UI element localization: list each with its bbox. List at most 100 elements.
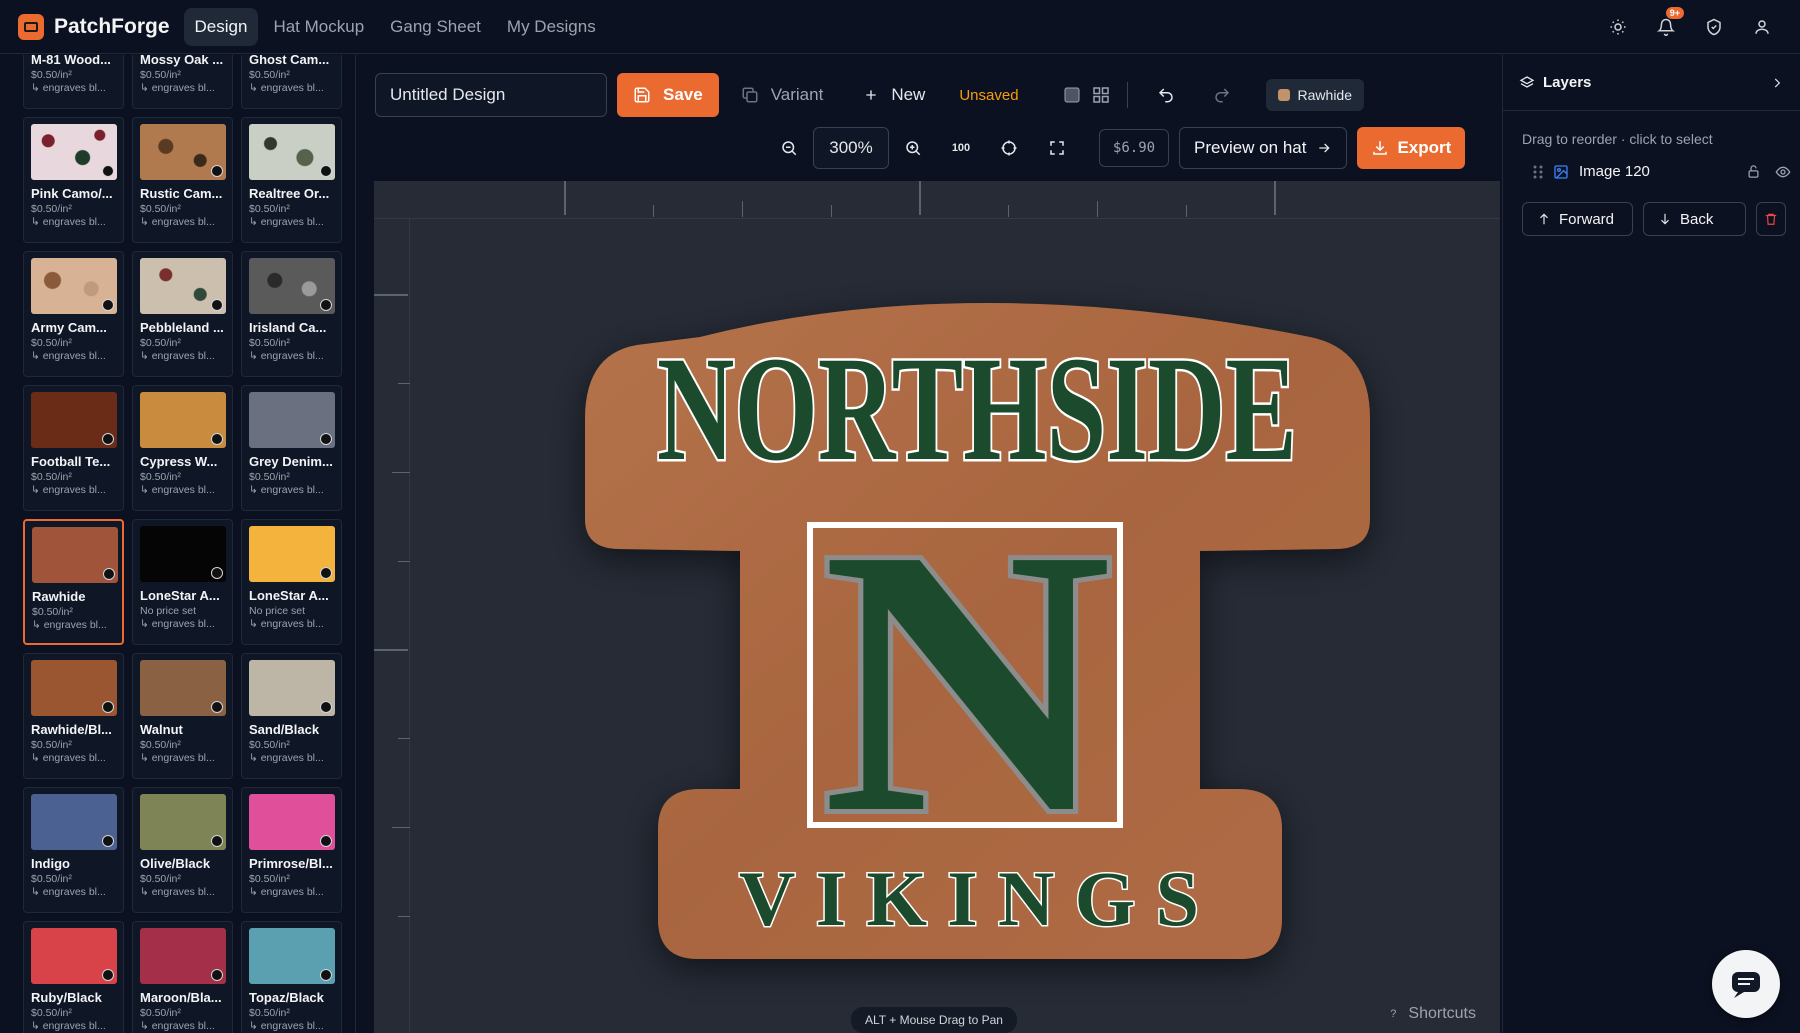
theme-toggle-button[interactable]: [1594, 3, 1642, 51]
zoom-level[interactable]: 300%: [813, 127, 889, 169]
material-card[interactable]: Ruby/Black $0.50/in² ↳ engraves bl...: [23, 921, 124, 1033]
layer-item[interactable]: Image 120: [1533, 163, 1791, 180]
material-card[interactable]: Football Te... $0.50/in² ↳ engraves bl...: [23, 385, 124, 511]
nav-hat-mockup[interactable]: Hat Mockup: [262, 8, 375, 46]
nav-gang-sheet[interactable]: Gang Sheet: [379, 8, 492, 46]
account-button[interactable]: [1738, 3, 1786, 51]
layers-header[interactable]: Layers: [1503, 55, 1800, 111]
material-card[interactable]: Pink Camo/... $0.50/in² ↳ engraves bl...: [23, 117, 124, 243]
zoom-in-button[interactable]: [889, 127, 937, 169]
material-swatch: [31, 258, 117, 314]
material-card[interactable]: Grey Denim... $0.50/in² ↳ engraves bl...: [241, 385, 342, 511]
material-price: $0.50/in²: [140, 1007, 181, 1019]
nav-design[interactable]: Design: [183, 7, 259, 46]
material-card[interactable]: Rustic Cam... $0.50/in² ↳ engraves bl...: [132, 117, 233, 243]
redo-icon: [1214, 88, 1229, 103]
save-button[interactable]: Save: [617, 73, 719, 117]
material-card[interactable]: Mossy Oak ... $0.50/in² ↳ engraves bl...: [132, 55, 233, 109]
engrave-color-icon: [320, 299, 332, 311]
zoom-100-button[interactable]: 100: [937, 127, 985, 169]
chevron-right-icon[interactable]: [1770, 76, 1784, 90]
design-name-input[interactable]: Untitled Design: [375, 73, 607, 117]
material-chip[interactable]: Rawhide: [1265, 79, 1365, 111]
trash-icon: [1765, 213, 1777, 225]
chat-icon: [1732, 972, 1760, 998]
material-card[interactable]: Topaz/Black $0.50/in² ↳ engraves bl...: [241, 921, 342, 1033]
material-price: $0.50/in²: [249, 873, 290, 885]
notifications-button[interactable]: 9+: [1642, 3, 1690, 51]
chat-widget-button[interactable]: [1712, 950, 1780, 1018]
material-price: $0.50/in²: [31, 471, 72, 483]
material-engraves: ↳ engraves bl...: [249, 82, 324, 94]
variant-button[interactable]: Variant: [741, 85, 823, 105]
material-card[interactable]: Cypress W... $0.50/in² ↳ engraves bl...: [132, 385, 233, 511]
logo-icon: [18, 13, 44, 40]
delete-layer-button[interactable]: [1756, 202, 1786, 236]
material-card[interactable]: Maroon/Bla... $0.50/in² ↳ engraves bl...: [132, 921, 233, 1033]
material-engraves: ↳ engraves bl...: [140, 350, 215, 362]
material-engraves: ↳ engraves bl...: [249, 1020, 324, 1032]
material-card[interactable]: Indigo $0.50/in² ↳ engraves bl...: [23, 787, 124, 913]
new-button[interactable]: New: [863, 85, 925, 105]
center-button[interactable]: [985, 127, 1033, 169]
preview-on-hat-button[interactable]: Preview on hat: [1179, 127, 1348, 169]
engrave-color-icon: [102, 969, 114, 981]
drag-handle-icon[interactable]: [1533, 164, 1543, 180]
material-name: Sand/Black: [249, 722, 320, 737]
ruler-tick: [398, 916, 410, 917]
fit-screen-button[interactable]: [1033, 127, 1081, 169]
shortcuts-button[interactable]: ? Shortcuts: [1390, 1005, 1476, 1023]
engrave-color-icon: [320, 969, 332, 981]
redo-button[interactable]: [1198, 74, 1246, 116]
nav-my-designs[interactable]: My Designs: [496, 8, 607, 46]
material-card[interactable]: Rawhide $0.50/in² ↳ engraves bl...: [23, 519, 124, 645]
admin-button[interactable]: [1690, 3, 1738, 51]
design-canvas[interactable]: NORTHSIDE N VIKINGS ALT + Mouse Drag to …: [374, 181, 1500, 1033]
material-price: No price set: [140, 605, 197, 617]
zoom-out-button[interactable]: [765, 127, 813, 169]
material-name: Football Te...: [31, 454, 111, 469]
material-card[interactable]: Rawhide/Bl... $0.50/in² ↳ engraves bl...: [23, 653, 124, 779]
material-card[interactable]: M-81 Wood... $0.50/in² ↳ engraves bl...: [23, 55, 124, 109]
material-card[interactable]: Pebbleland ... $0.50/in² ↳ engraves bl...: [132, 251, 233, 377]
material-price: $0.50/in²: [140, 69, 181, 81]
square-icon: [1064, 87, 1080, 103]
notification-badge: 9+: [1665, 7, 1684, 19]
material-name: Walnut: [140, 722, 183, 737]
material-card[interactable]: Ghost Cam... $0.50/in² ↳ engraves bl...: [241, 55, 342, 109]
material-card[interactable]: Army Cam... $0.50/in² ↳ engraves bl...: [23, 251, 124, 377]
material-card[interactable]: Olive/Black $0.50/in² ↳ engraves bl...: [132, 787, 233, 913]
layers-title: Layers: [1543, 74, 1592, 91]
grid-view-button[interactable]: [1089, 74, 1113, 116]
single-view-button[interactable]: [1055, 74, 1089, 116]
material-card[interactable]: Realtree Or... $0.50/in² ↳ engraves bl...: [241, 117, 342, 243]
patch-design[interactable]: NORTHSIDE N VIKINGS: [410, 219, 1500, 1033]
material-price: $0.50/in²: [249, 69, 290, 81]
material-engraves: ↳ engraves bl...: [140, 886, 215, 898]
material-name: Rawhide: [32, 589, 86, 604]
eye-icon[interactable]: [1775, 164, 1791, 180]
send-back-button[interactable]: Back: [1643, 202, 1746, 236]
undo-button[interactable]: [1142, 74, 1190, 116]
material-engraves: ↳ engraves bl...: [32, 619, 107, 631]
material-name: Army Cam...: [31, 320, 107, 335]
export-button[interactable]: Export: [1357, 127, 1466, 169]
material-card[interactable]: LoneStar A... No price set ↳ engraves bl..…: [241, 519, 342, 645]
material-price: $0.50/in²: [249, 203, 290, 215]
engrave-color-icon: [102, 299, 114, 311]
material-engraves: ↳ engraves bl...: [249, 216, 324, 228]
lock-icon[interactable]: [1746, 164, 1761, 179]
material-swatch: [249, 392, 335, 448]
left-ruler: [374, 219, 410, 1033]
zoom-in-icon: [906, 141, 921, 156]
material-card[interactable]: Sand/Black $0.50/in² ↳ engraves bl...: [241, 653, 342, 779]
material-engraves: ↳ engraves bl...: [140, 752, 215, 764]
material-card[interactable]: Irisland Ca... $0.50/in² ↳ engraves bl...: [241, 251, 342, 377]
material-card[interactable]: Primrose/Bl... $0.50/in² ↳ engraves bl...: [241, 787, 342, 913]
bring-forward-button[interactable]: Forward: [1522, 202, 1633, 236]
engrave-color-icon: [320, 835, 332, 847]
material-card[interactable]: LoneStar A... No price set ↳ engraves bl..…: [132, 519, 233, 645]
app-logo[interactable]: PatchForge: [18, 13, 170, 40]
material-card[interactable]: Walnut $0.50/in² ↳ engraves bl...: [132, 653, 233, 779]
material-swatch: [32, 527, 118, 583]
